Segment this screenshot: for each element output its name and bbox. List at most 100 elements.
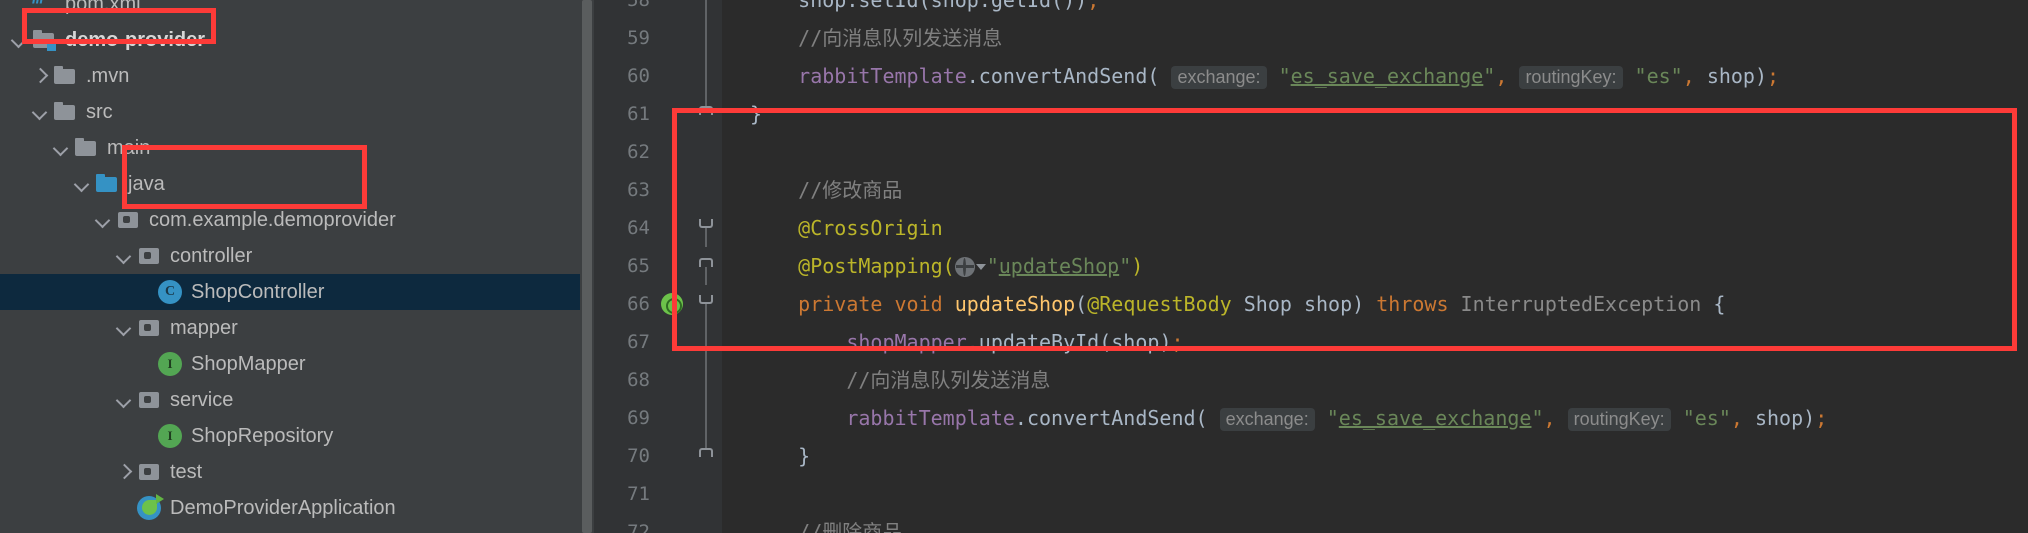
fold-guide-line: [698, 323, 714, 361]
tree-item-main[interactable]: main: [0, 130, 580, 166]
param-hint-exchange: exchange:: [1219, 408, 1315, 431]
tree-item-label: src: [86, 100, 113, 123]
code-line[interactable]: private void updateShop(@RequestBody Sho…: [722, 285, 2028, 323]
tree-item-label: demo-provider: [65, 28, 206, 51]
tree-item-controller[interactable]: controller: [0, 238, 580, 274]
code-line[interactable]: }: [722, 437, 2028, 475]
tree-item-label: service: [170, 388, 234, 411]
tree-item-label: main: [107, 136, 151, 159]
chevron-down-icon[interactable]: [975, 264, 986, 270]
fold-guide-line: [698, 399, 714, 437]
fold-region-end-marker[interactable]: [698, 247, 714, 285]
tree-item-mapper[interactable]: mapper: [0, 310, 580, 346]
tree-item-service[interactable]: service: [0, 382, 580, 418]
tree-item-shoprepository[interactable]: I ShopRepository: [0, 418, 580, 454]
line-number: 64: [627, 217, 650, 239]
folder-icon: [74, 136, 98, 160]
tree-item-label: test: [170, 460, 203, 483]
code-line[interactable]: //向消息队列发送消息: [722, 361, 2028, 399]
line-number: 67: [627, 331, 650, 353]
tree-item--mvn[interactable]: .mvn: [0, 58, 580, 94]
tree-item-label: ShopController: [191, 280, 325, 303]
package-icon: [137, 244, 161, 268]
code-line[interactable]: @CrossOrigin: [722, 209, 2028, 247]
folder-icon: [53, 100, 77, 124]
line-number: 68: [627, 369, 650, 391]
spring-bean-gutter-icon[interactable]: [661, 293, 683, 315]
line-number: 63: [627, 179, 650, 201]
web-endpoint-icon[interactable]: [954, 257, 975, 277]
line-number: 66: [627, 293, 650, 315]
java-class-icon: C: [158, 280, 182, 304]
spring-boot-class-icon: [137, 494, 164, 520]
tree-item-shopmapper[interactable]: I ShopMapper: [0, 346, 580, 382]
code-line[interactable]: //修改商品: [722, 171, 2028, 209]
line-number: 69: [627, 407, 650, 429]
fold-guide-line: [698, 19, 714, 57]
java-interface-icon: I: [158, 352, 182, 376]
chevron-right-icon[interactable]: [113, 461, 135, 483]
gutter-icon-strip[interactable]: [654, 0, 688, 533]
code-line[interactable]: [722, 475, 2028, 513]
code-line[interactable]: rabbitTemplate.convertAndSend( exchange:…: [722, 57, 2028, 95]
source-folder-icon: [95, 172, 119, 196]
tree-item-label: DemoProviderApplication: [170, 496, 396, 519]
line-number: 62: [627, 141, 650, 163]
code-text-area[interactable]: shop.setId(shop.getId()); //向消息队列发送消息 ra…: [722, 0, 2028, 533]
tree-item-demoproviderapplication[interactable]: DemoProviderApplication: [0, 490, 580, 526]
param-hint-routingkey: routingKey:: [1567, 408, 1671, 431]
tree-item-label: .mvn: [86, 64, 130, 87]
tree-item-resources[interactable]: resources: [0, 526, 580, 533]
fold-region-start-marker[interactable]: [698, 285, 714, 323]
fold-region-end-marker[interactable]: [698, 437, 714, 475]
line-number: 60: [627, 65, 650, 87]
chevron-down-icon[interactable]: [113, 245, 135, 267]
line-number: 65: [627, 255, 650, 277]
code-line[interactable]: rabbitTemplate.convertAndSend( exchange:…: [722, 399, 2028, 437]
java-interface-icon: I: [158, 424, 182, 448]
code-folding-strip[interactable]: [688, 0, 722, 533]
code-line[interactable]: [722, 133, 2028, 171]
fold-region-end-marker[interactable]: [698, 95, 714, 133]
module-folder-icon: [32, 28, 56, 52]
chevron-right-icon[interactable]: [29, 65, 51, 87]
tree-item-demo-provider[interactable]: demo-provider: [0, 22, 580, 58]
tree-item-com-example-demoprovider[interactable]: com.example.demoprovider: [0, 202, 580, 238]
line-number: 59: [627, 27, 650, 49]
chevron-down-icon[interactable]: [8, 29, 30, 51]
line-number: 71: [627, 483, 650, 505]
chevron-down-icon[interactable]: [113, 317, 135, 339]
code-line[interactable]: }: [722, 95, 2028, 133]
scrollbar-thumb[interactable]: [582, 0, 592, 533]
editor-left-scrollbar[interactable]: [580, 0, 594, 533]
chevron-down-icon[interactable]: [50, 137, 72, 159]
chevron-down-icon[interactable]: [92, 209, 114, 231]
fold-region-start-marker[interactable]: [698, 209, 714, 247]
code-editor[interactable]: 5859606162636465666768697071727374 shop.…: [580, 0, 2028, 533]
tree-item-label: com.example.demoprovider: [149, 208, 396, 231]
ide-window: pom.xml demo-provider .mvn src main java com.e…: [0, 0, 2028, 533]
tree-item-pom-xml[interactable]: pom.xml: [0, 0, 580, 22]
code-line[interactable]: shopMapper.updateById(shop);: [722, 323, 2028, 361]
chevron-down-icon[interactable]: [113, 389, 135, 411]
line-number: 72: [627, 521, 650, 533]
tree-item-test[interactable]: test: [0, 454, 580, 490]
chevron-placeholder-icon: [113, 497, 135, 519]
line-number: 70: [627, 445, 650, 467]
fold-guide-line: [698, 0, 714, 19]
chevron-down-icon[interactable]: [71, 173, 93, 195]
param-hint-exchange: exchange:: [1171, 66, 1267, 89]
code-line[interactable]: shop.setId(shop.getId());: [722, 0, 2028, 19]
code-line[interactable]: //向消息队列发送消息: [722, 19, 2028, 57]
project-tool-window[interactable]: pom.xml demo-provider .mvn src main java com.e…: [0, 0, 580, 533]
line-number: 61: [627, 103, 650, 125]
code-line[interactable]: @PostMapping("updateShop"): [722, 247, 2028, 285]
tree-item-java[interactable]: java: [0, 166, 580, 202]
fold-guide-line: [698, 57, 714, 95]
tree-item-label: controller: [170, 244, 253, 267]
tree-item-src[interactable]: src: [0, 94, 580, 130]
tree-item-label: mapper: [170, 316, 238, 339]
code-line[interactable]: //删除商品: [722, 513, 2028, 533]
tree-item-shopcontroller[interactable]: C ShopController: [0, 274, 580, 310]
chevron-down-icon[interactable]: [29, 101, 51, 123]
